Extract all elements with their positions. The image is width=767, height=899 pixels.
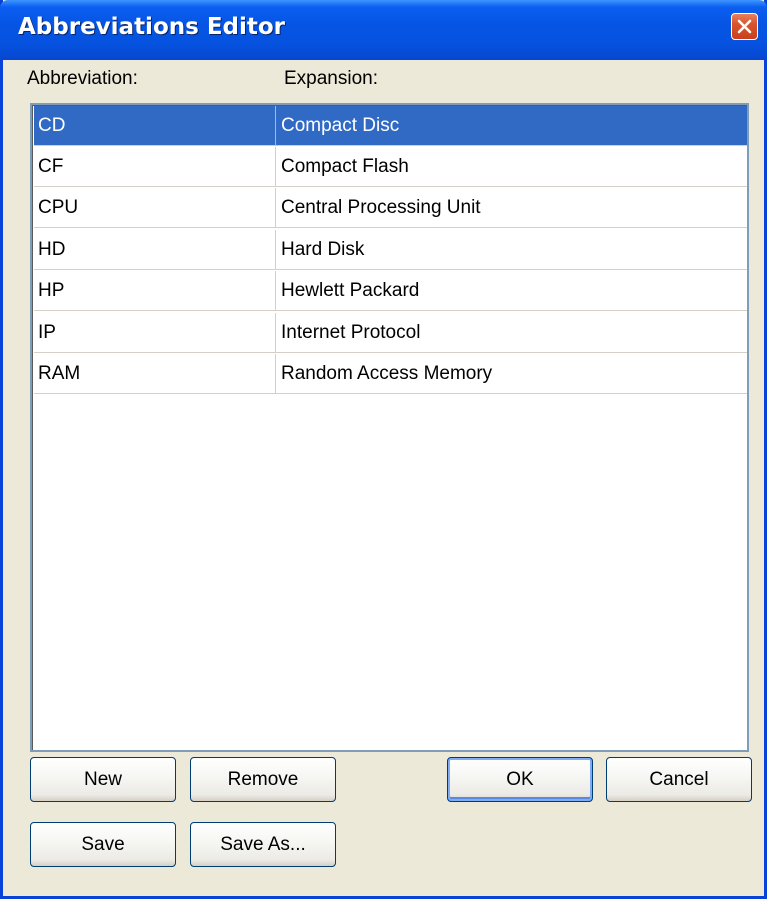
list-row[interactable]: IP Internet Protocol [34, 313, 747, 353]
expansion-cell[interactable]: Internet Protocol [276, 313, 747, 353]
save-button[interactable]: Save [30, 822, 176, 867]
abbreviations-editor-dialog: Abbreviations Editor Abbreviation: Expan… [0, 0, 767, 899]
abbreviation-cell[interactable]: CD [34, 106, 276, 146]
abbreviation-cell[interactable]: CPU [34, 188, 276, 228]
list-row[interactable]: CF Compact Flash [34, 147, 747, 187]
remove-button[interactable]: Remove [190, 757, 336, 802]
list-row[interactable]: RAM Random Access Memory [34, 354, 747, 394]
expansion-cell[interactable]: Central Processing Unit [276, 188, 747, 228]
abbreviation-cell[interactable]: HP [34, 271, 276, 311]
ok-button[interactable]: OK [447, 757, 593, 802]
abbreviation-cell[interactable]: IP [34, 313, 276, 353]
expansion-column-header: Expansion: [284, 68, 379, 89]
title-bar[interactable]: Abbreviations Editor [0, 0, 767, 60]
list-row[interactable]: CPU Central Processing Unit [34, 188, 747, 228]
expansion-cell[interactable]: Hard Disk [276, 230, 747, 270]
expansion-cell[interactable]: Compact Flash [276, 147, 747, 187]
expansion-cell[interactable]: Hewlett Packard [276, 271, 747, 311]
close-icon [737, 19, 752, 34]
list-row[interactable]: HP Hewlett Packard [34, 271, 747, 311]
abbreviation-cell[interactable]: CF [34, 147, 276, 187]
save-as-button[interactable]: Save As... [190, 822, 336, 867]
abbreviation-cell[interactable]: HD [34, 230, 276, 270]
abbreviation-cell[interactable]: RAM [34, 354, 276, 394]
expansion-cell[interactable]: Random Access Memory [276, 354, 747, 394]
list-row[interactable]: CD Compact Disc [34, 106, 747, 146]
list-row[interactable]: HD Hard Disk [34, 230, 747, 270]
cancel-button[interactable]: Cancel [606, 757, 752, 802]
abbreviations-list[interactable]: CD Compact Disc CF Compact Flash CPU Cen… [30, 103, 749, 752]
dialog-title: Abbreviations Editor [18, 14, 286, 40]
new-button[interactable]: New [30, 757, 176, 802]
expansion-cell[interactable]: Compact Disc [276, 106, 747, 146]
close-button[interactable] [731, 13, 758, 40]
abbreviation-column-header: Abbreviation: [27, 68, 138, 89]
